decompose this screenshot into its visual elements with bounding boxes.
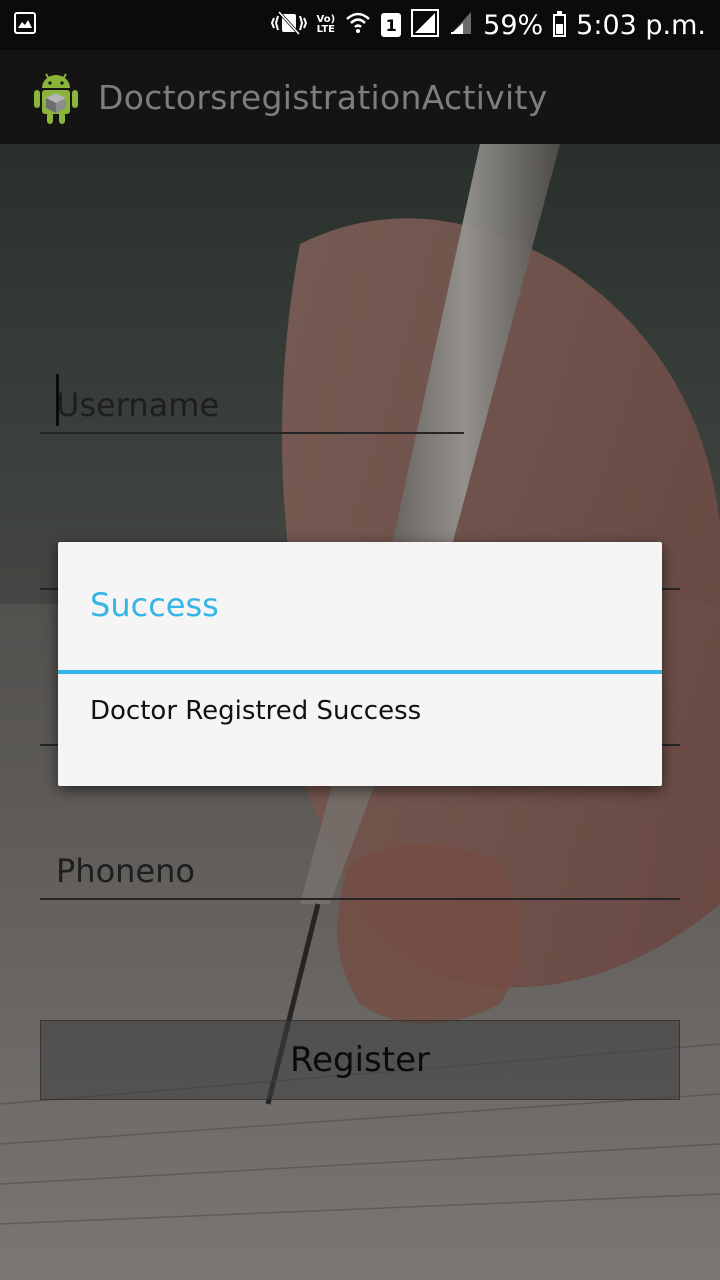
- signal-sim1-icon: [411, 9, 440, 41]
- dialog-divider: [58, 670, 662, 674]
- success-dialog: Success Doctor Registred Success: [58, 542, 662, 786]
- dialog-message: Doctor Registred Success: [90, 696, 422, 726]
- battery-percent: 59%: [483, 9, 544, 41]
- dialog-title: Success: [90, 586, 219, 624]
- battery-icon: [553, 10, 567, 37]
- android-app-icon: [32, 68, 80, 130]
- status-icons: Vo) LTE 1 59% 5:03 p.m.: [270, 0, 706, 50]
- app-title: DoctorsregistrationActivity: [98, 78, 548, 117]
- vibrate-mute-icon: [270, 10, 307, 40]
- status-bar: Vo) LTE 1 59% 5:03 p.m.: [0, 0, 720, 50]
- volte-lte-icon: Vo) LTE: [317, 15, 336, 35]
- screen: Vo) LTE 1 59% 5:03 p.m. Doctorsregistrat…: [0, 0, 720, 1280]
- wifi-icon: [345, 10, 371, 40]
- lte-label: LTE: [316, 24, 336, 35]
- sim-slot-icon: 1: [381, 13, 402, 37]
- signal-sim2-icon: [449, 10, 473, 40]
- battery-fill: [556, 23, 564, 34]
- app-bar: DoctorsregistrationActivity: [0, 50, 720, 144]
- clock: 5:03 p.m.: [576, 9, 706, 41]
- gallery-notification-icon: [14, 12, 36, 34]
